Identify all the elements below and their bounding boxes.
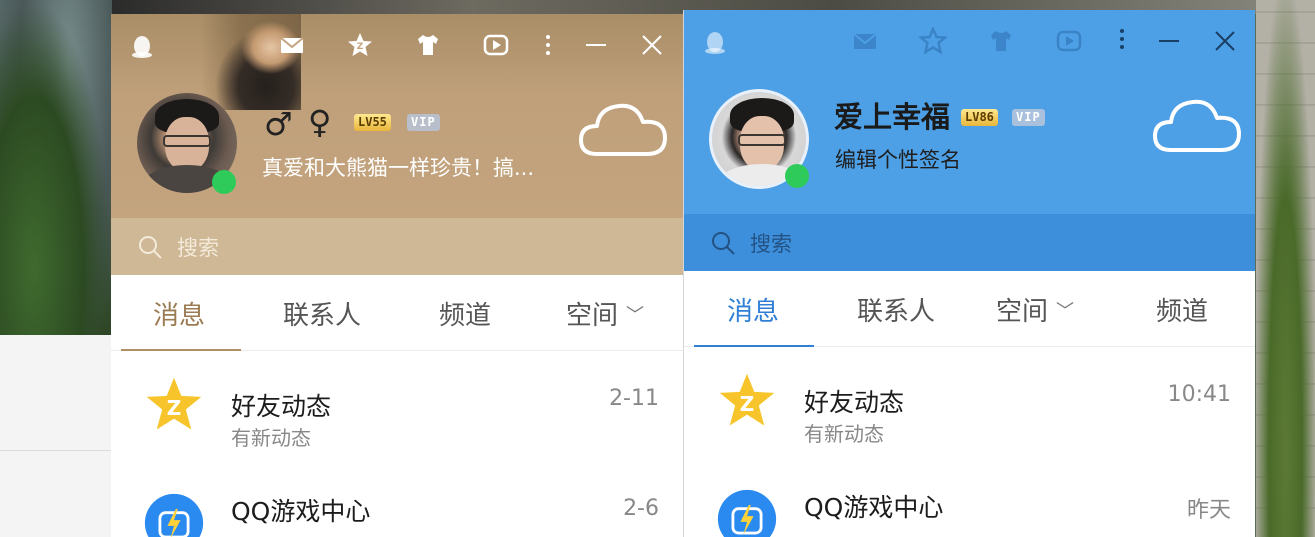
qq-window-left: Z ♂ ♀ LV55 VIP 真爱和大熊猫一样珍贵！搞... 搜索 消息 联系人…: [111, 14, 683, 537]
qq-penguin-icon[interactable]: [698, 24, 732, 58]
item-time: 2-6: [623, 496, 659, 521]
game-center-icon: [141, 490, 207, 537]
game-center-icon: [714, 486, 780, 537]
vip-badge[interactable]: VIP: [407, 114, 440, 131]
theme-shirt-icon[interactable]: [984, 24, 1018, 58]
wallpaper-photo-left: [0, 0, 112, 335]
minimize-icon[interactable]: [579, 28, 613, 62]
list-item[interactable]: Z 好友动态 有新动态 10:41: [684, 352, 1255, 452]
level-badge: LV55: [354, 114, 391, 131]
mail-icon[interactable]: [848, 24, 882, 58]
cloud-weather-icon[interactable]: [575, 98, 671, 162]
item-title: QQ游戏中心: [231, 497, 371, 526]
online-status-dot: [785, 164, 809, 188]
cloud-weather-icon[interactable]: [1149, 94, 1245, 158]
search-placeholder: 搜索: [177, 235, 219, 260]
nickname[interactable]: 爱上幸福: [834, 94, 950, 136]
tab-messages[interactable]: 消息: [727, 291, 779, 328]
list-item[interactable]: QQ游戏中心 2-6: [111, 456, 683, 537]
chevron-down-icon: ﹀: [1056, 300, 1075, 322]
item-subtitle: 有新动态: [804, 422, 884, 446]
minimize-icon[interactable]: [1152, 24, 1186, 58]
qzone-icon[interactable]: [916, 24, 950, 58]
svg-text:Z: Z: [740, 392, 755, 416]
vip-badge[interactable]: VIP: [1012, 109, 1045, 126]
list-item[interactable]: QQ游戏中心 昨天: [684, 452, 1255, 537]
active-tab-indicator: [694, 345, 814, 347]
search-icon: [712, 231, 735, 255]
search-placeholder: 搜索: [750, 231, 792, 256]
tab-contacts[interactable]: 联系人: [283, 295, 361, 332]
item-time: 10:41: [1167, 382, 1231, 407]
qzone-star-icon: Z: [141, 372, 207, 438]
signature-text[interactable]: 真爱和大熊猫一样珍贵！搞...: [262, 152, 534, 182]
male-gender-icon: ♂: [264, 105, 293, 143]
tab-bar: 消息 联系人 频道 空间 ﹀: [111, 275, 683, 351]
tab-messages[interactable]: 消息: [153, 295, 205, 332]
qq-window-right: 爱上幸福 LV86 VIP 编辑个性签名 搜索 消息 联系人 空间 ﹀ 频道 Z …: [684, 10, 1255, 537]
tab-qzone[interactable]: 空间 ﹀: [996, 291, 1074, 328]
chevron-down-icon: ﹀: [626, 304, 645, 326]
list-item[interactable]: Z 好友动态 有新动态 2-11: [111, 356, 683, 456]
video-play-icon[interactable]: [1052, 24, 1086, 58]
title-bar: Z: [111, 14, 683, 78]
female-gender-icon: ♀: [308, 103, 332, 141]
online-status-dot: [212, 170, 236, 194]
title-bar: [684, 10, 1255, 74]
wallpaper-photo-right: [1256, 0, 1315, 537]
search-bar[interactable]: 搜索: [684, 214, 1255, 271]
svg-text:Z: Z: [357, 42, 364, 52]
close-icon[interactable]: [1208, 24, 1242, 58]
search-bar[interactable]: 搜索: [111, 218, 683, 275]
svg-text:Z: Z: [167, 396, 182, 420]
item-title: 好友动态: [804, 388, 905, 417]
item-time: 昨天: [1186, 498, 1231, 523]
item-time: 2-11: [609, 386, 659, 411]
tab-channels[interactable]: 频道: [439, 295, 491, 332]
close-icon[interactable]: [635, 28, 669, 62]
qzone-star-icon: Z: [714, 368, 780, 434]
qzone-icon[interactable]: Z: [343, 28, 377, 62]
tab-bar: 消息 联系人 空间 ﹀ 频道: [684, 271, 1255, 347]
theme-shirt-icon[interactable]: [411, 28, 445, 62]
active-tab-indicator: [121, 349, 241, 351]
signature-text[interactable]: 编辑个性签名: [835, 144, 961, 174]
level-badge: LV86: [961, 109, 998, 126]
item-title: 好友动态: [231, 392, 332, 421]
profile-header: Z ♂ ♀ LV55 VIP 真爱和大熊猫一样珍贵！搞... 搜索: [111, 14, 683, 275]
profile-header: 爱上幸福 LV86 VIP 编辑个性签名 搜索: [684, 10, 1255, 271]
item-title: QQ游戏中心: [804, 493, 944, 522]
item-subtitle: 有新动态: [231, 426, 311, 450]
mail-icon[interactable]: [275, 28, 309, 62]
tab-qzone[interactable]: 空间 ﹀: [566, 295, 644, 332]
more-vertical-icon[interactable]: [531, 28, 565, 62]
video-play-icon[interactable]: [479, 28, 513, 62]
tab-contacts[interactable]: 联系人: [857, 291, 935, 328]
search-icon: [139, 235, 162, 259]
qq-penguin-icon[interactable]: [125, 28, 159, 62]
background-window-fragment: [0, 335, 112, 537]
tab-channels[interactable]: 频道: [1156, 291, 1208, 328]
more-vertical-icon[interactable]: [1105, 22, 1139, 56]
